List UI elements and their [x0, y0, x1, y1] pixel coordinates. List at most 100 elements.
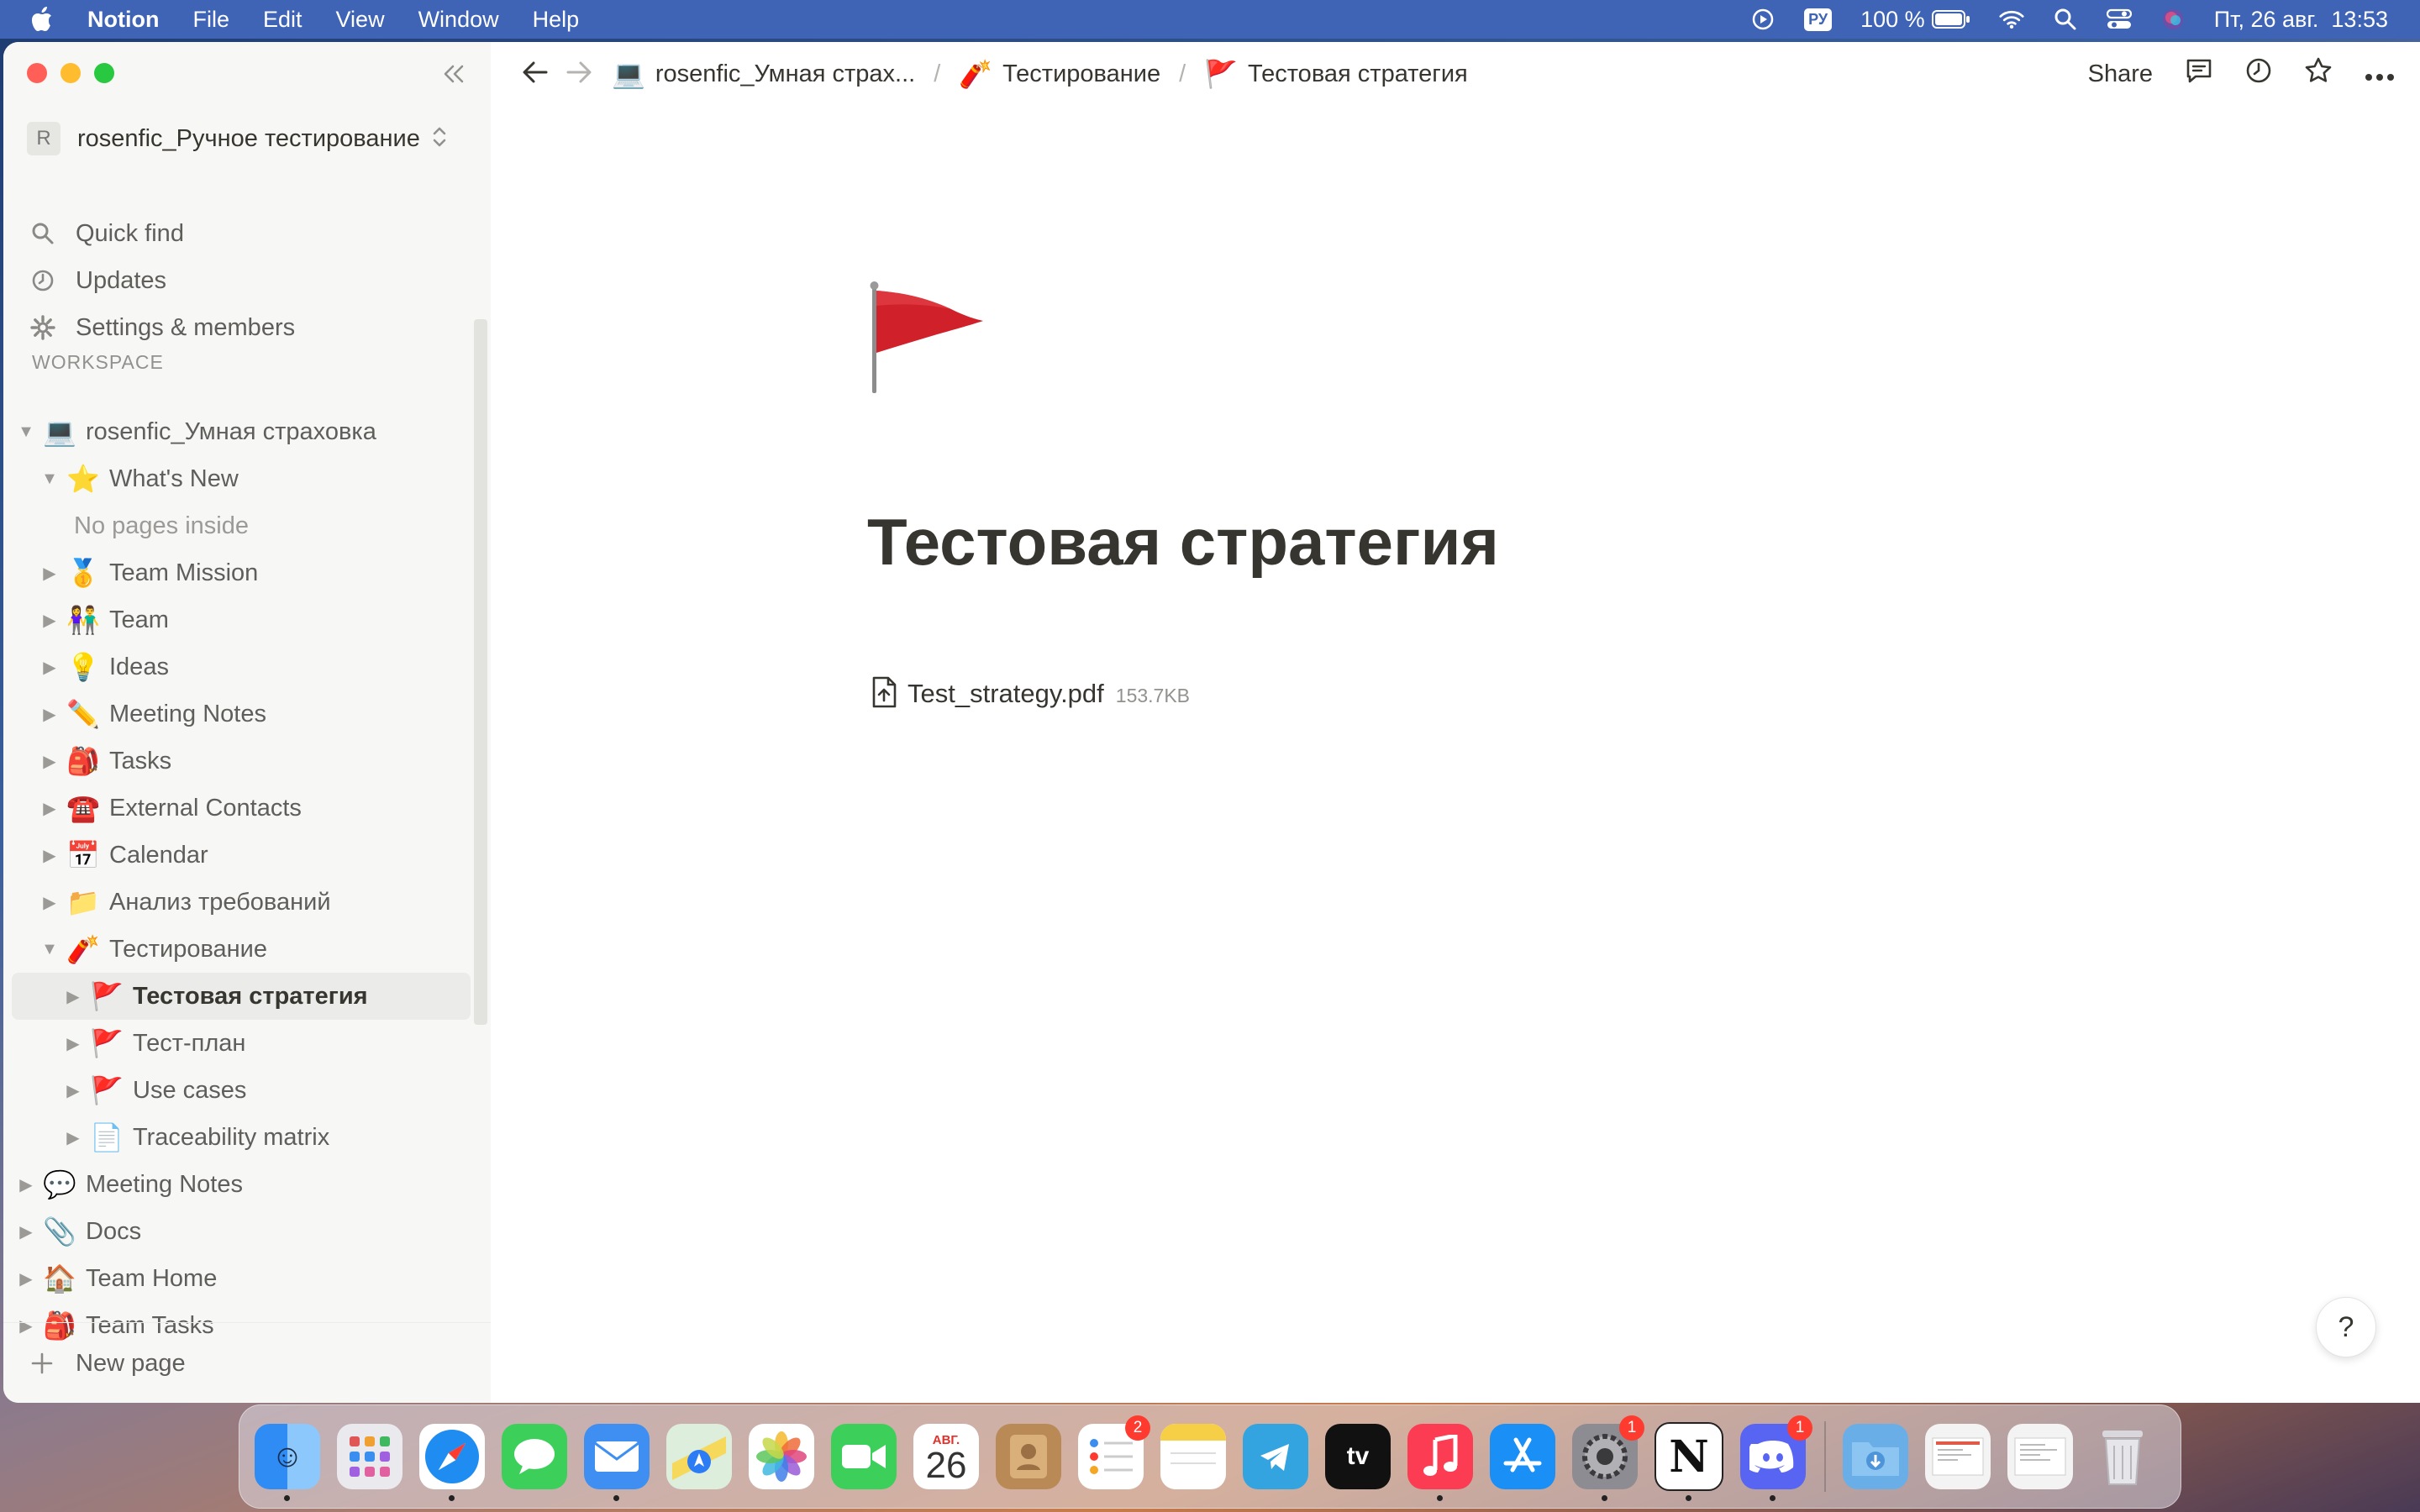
toggle-collapsed-icon[interactable]: ▶ — [18, 1270, 34, 1289]
toggle-collapsed-icon[interactable]: ▶ — [42, 706, 57, 724]
sidebar-page-item[interactable]: ▶ 🚩 Тестовая стратегия — [12, 973, 471, 1020]
updates-item[interactable]: Updates — [27, 260, 472, 302]
notion-app-icon[interactable]: N — [1655, 1422, 1723, 1501]
forward-arrow-icon[interactable] — [565, 60, 593, 89]
sidebar-page-item[interactable]: ▶ 👫 Team — [12, 596, 471, 643]
collapse-sidebar-icon[interactable] — [437, 59, 471, 89]
sidebar-page-item[interactable]: ▼ ⭐ What's New — [12, 455, 471, 502]
safari-icon[interactable] — [419, 1424, 485, 1501]
sidebar-page-item[interactable]: ▶ 🥇 Team Mission — [12, 549, 471, 596]
breadcrumb-separator: / — [1179, 60, 1186, 87]
launchpad-icon[interactable] — [337, 1424, 402, 1489]
keyboard-layout-indicator[interactable]: РУ — [1804, 8, 1833, 31]
breadcrumb-item-workspace[interactable]: 💻 rosenfic_Умная страх... — [612, 58, 915, 90]
mail-icon[interactable] — [584, 1424, 650, 1501]
breadcrumb-item-current[interactable]: 🚩 Тестовая стратегия — [1204, 58, 1468, 90]
minimize-window-button[interactable] — [60, 63, 81, 83]
breadcrumb-item-testing[interactable]: 🧨 Тестирование — [959, 58, 1160, 90]
sidebar-page-item[interactable]: ▶ ✏️ Meeting Notes — [12, 690, 471, 738]
toggle-collapsed-icon[interactable]: ▶ — [42, 753, 57, 771]
more-options-icon[interactable] — [2365, 60, 2395, 88]
apple-tv-icon[interactable]: tv — [1325, 1424, 1391, 1489]
favorite-star-icon[interactable] — [2304, 56, 2333, 92]
sidebar-page-item[interactable]: ▼ 🧨 Тестирование — [12, 926, 471, 973]
new-page-button[interactable]: New page — [3, 1322, 491, 1403]
toggle-collapsed-icon[interactable]: ▶ — [66, 1035, 81, 1053]
telegram-icon[interactable] — [1243, 1424, 1308, 1489]
sidebar-page-item[interactable]: ▶ 📅 Calendar — [12, 832, 471, 879]
sidebar-page-item[interactable]: ▶ 💬 Meeting Notes — [12, 1161, 471, 1208]
share-button[interactable]: Share — [2088, 60, 2153, 88]
toggle-expanded-icon[interactable]: ▼ — [18, 423, 34, 441]
red-flag-icon[interactable] — [867, 281, 993, 398]
document-thumbnail-1-icon[interactable] — [1925, 1424, 1991, 1489]
contacts-icon[interactable] — [996, 1424, 1061, 1489]
toggle-collapsed-icon[interactable]: ▶ — [42, 659, 57, 677]
menu-datetime[interactable]: Пт, 26 авг. 13:53 — [2214, 7, 2388, 33]
menu-help[interactable]: Help — [533, 7, 580, 33]
music-icon[interactable] — [1407, 1424, 1473, 1501]
menu-file[interactable]: File — [192, 7, 229, 33]
sidebar-page-item[interactable]: ▶ 📎 Docs — [12, 1208, 471, 1255]
screen-record-icon[interactable] — [1750, 7, 1776, 32]
facetime-icon[interactable] — [831, 1424, 897, 1489]
control-center-icon[interactable] — [2106, 7, 2132, 32]
finder-icon[interactable]: ☺ — [255, 1424, 320, 1501]
quick-find-item[interactable]: Quick find — [27, 213, 472, 255]
toggle-collapsed-icon[interactable]: ▶ — [66, 1082, 81, 1100]
sidebar-page-item[interactable]: ▶ 📁 Анализ требований — [12, 879, 471, 926]
help-button[interactable]: ? — [2316, 1297, 2376, 1357]
messages-icon[interactable] — [502, 1424, 567, 1489]
zoom-window-button[interactable] — [94, 63, 114, 83]
spotlight-search-icon[interactable] — [2053, 7, 2078, 32]
photos-icon[interactable] — [749, 1424, 814, 1489]
toggle-collapsed-icon[interactable]: ▶ — [42, 564, 57, 583]
sidebar-page-item[interactable]: ▼ 💻 rosenfic_Умная страховка — [12, 408, 471, 455]
toggle-collapsed-icon[interactable]: ▶ — [42, 800, 57, 818]
battery-status[interactable]: 100 % — [1860, 7, 1970, 33]
back-arrow-icon[interactable] — [521, 60, 550, 89]
document-thumbnail-2-icon[interactable] — [2007, 1424, 2073, 1489]
maps-icon[interactable] — [666, 1424, 732, 1489]
system-settings-icon[interactable]: 1 — [1572, 1415, 1644, 1501]
toggle-collapsed-icon[interactable]: ▶ — [18, 1223, 34, 1242]
app-store-icon[interactable] — [1490, 1424, 1555, 1489]
toggle-collapsed-icon[interactable]: ▶ — [66, 1129, 81, 1147]
settings-members-item[interactable]: Settings & members — [27, 307, 472, 349]
calendar-icon[interactable]: АВГ. 26 — [913, 1424, 979, 1489]
toggle-collapsed-icon[interactable]: ▶ — [42, 894, 57, 912]
menu-edit[interactable]: Edit — [263, 7, 302, 33]
close-window-button[interactable] — [27, 63, 47, 83]
workspace-switcher[interactable]: R rosenfic_Ручное тестирование — [27, 118, 472, 160]
page-title[interactable]: Тестовая стратегия — [867, 504, 1499, 580]
sidebar-page-item[interactable]: ▶ 🚩 Тест-план — [12, 1020, 471, 1067]
toggle-expanded-icon[interactable]: ▼ — [41, 470, 58, 488]
toggle-collapsed-icon[interactable]: ▶ — [66, 988, 81, 1006]
sidebar-page-item[interactable]: ▶ ☎️ External Contacts — [12, 785, 471, 832]
toggle-expanded-icon[interactable]: ▼ — [41, 940, 58, 958]
history-clock-icon[interactable] — [2245, 57, 2272, 91]
wifi-icon[interactable] — [1999, 7, 2024, 32]
file-attachment[interactable]: Test_strategy.pdf 153.7KB — [867, 669, 1190, 709]
siri-icon[interactable] — [2160, 7, 2186, 32]
sidebar-page-item[interactable]: ▶ 🎒 Tasks — [12, 738, 471, 785]
reminders-icon[interactable]: 2 — [1078, 1415, 1150, 1489]
trash-icon[interactable] — [2090, 1424, 2155, 1489]
sidebar-page-item[interactable]: ▶ 📄 Traceability matrix — [12, 1114, 471, 1161]
sidebar-page-item[interactable]: ▶ 💡 Ideas — [12, 643, 471, 690]
sidebar-page-item[interactable]: ▶ 🚩 Use cases — [12, 1067, 471, 1114]
menu-app-name[interactable]: Notion — [87, 7, 159, 33]
menu-window[interactable]: Window — [418, 7, 499, 33]
toggle-collapsed-icon[interactable]: ▶ — [42, 612, 57, 630]
sidebar-scrollbar[interactable] — [474, 319, 487, 1025]
downloads-folder-icon[interactable] — [1843, 1424, 1908, 1489]
comments-icon[interactable] — [2185, 57, 2213, 91]
menu-view[interactable]: View — [336, 7, 385, 33]
discord-icon[interactable]: 1 — [1740, 1415, 1812, 1501]
sidebar-page-item[interactable]: ▶ 🏠 Team Home — [12, 1255, 471, 1302]
toggle-collapsed-icon[interactable]: ▶ — [18, 1176, 34, 1194]
toggle-collapsed-icon[interactable]: ▶ — [42, 847, 57, 865]
file-name[interactable]: Test_strategy.pdf — [908, 679, 1104, 709]
apple-icon[interactable] — [27, 7, 57, 32]
notes-icon[interactable] — [1160, 1424, 1226, 1489]
